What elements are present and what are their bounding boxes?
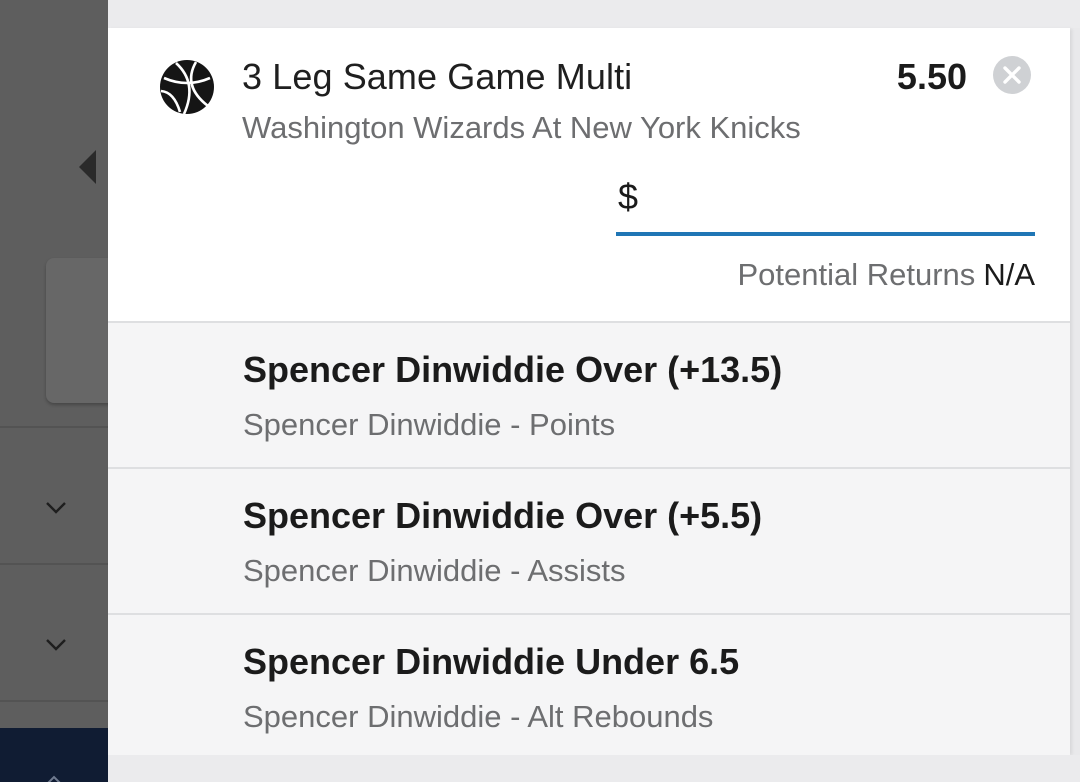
leg-market: Spencer Dinwiddie - Assists bbox=[243, 553, 626, 588]
divider bbox=[0, 563, 108, 565]
event-name: Washington Wizards At New York Knicks bbox=[242, 110, 801, 145]
divider bbox=[0, 700, 108, 702]
leg-market: Spencer Dinwiddie - Points bbox=[243, 407, 616, 442]
stake-input[interactable] bbox=[656, 180, 1030, 226]
leg-selection: Spencer Dinwiddie Over (+13.5) bbox=[243, 349, 783, 390]
background-overlay[interactable] bbox=[0, 0, 108, 782]
bet-leg: Spencer Dinwiddie Under 6.5 Spencer Dinw… bbox=[108, 613, 1070, 759]
bet-title: 3 Leg Same Game Multi bbox=[242, 56, 633, 97]
bet-legs: Spencer Dinwiddie Over (+13.5) Spencer D… bbox=[108, 321, 1070, 759]
basketball-icon bbox=[158, 58, 216, 116]
background-card bbox=[46, 258, 108, 403]
close-icon bbox=[1003, 66, 1021, 84]
leg-selection: Spencer Dinwiddie Over (+5.5) bbox=[243, 495, 763, 536]
bet-leg: Spencer Dinwiddie Over (+13.5) Spencer D… bbox=[108, 321, 1070, 467]
chevron-up-icon bbox=[44, 770, 64, 782]
potential-returns-label: Potential Returns bbox=[737, 257, 976, 292]
currency-symbol: $ bbox=[618, 176, 639, 217]
betslip-top-spacer bbox=[108, 0, 1080, 28]
bet-card: 3 Leg Same Game Multi 5.50 Washington Wi… bbox=[108, 28, 1070, 759]
bet-odds: 5.50 bbox=[896, 56, 967, 97]
leg-selection: Spencer Dinwiddie Under 6.5 bbox=[243, 641, 740, 682]
leg-market: Spencer Dinwiddie - Alt Rebounds bbox=[243, 699, 714, 734]
divider bbox=[0, 426, 108, 428]
remove-bet-button[interactable] bbox=[993, 56, 1031, 94]
chevron-left-icon bbox=[79, 150, 96, 184]
chevron-down-icon bbox=[44, 633, 68, 657]
chevron-down-icon bbox=[44, 496, 68, 520]
bet-header: 3 Leg Same Game Multi 5.50 Washington Wi… bbox=[108, 28, 1070, 321]
betslip-bottom-spacer bbox=[108, 755, 1080, 782]
bet-leg: Spencer Dinwiddie Over (+5.5) Spencer Di… bbox=[108, 467, 1070, 613]
potential-returns: Potential Returns N/A bbox=[738, 257, 1036, 293]
stake-field[interactable]: $ bbox=[616, 176, 1035, 236]
potential-returns-value: N/A bbox=[983, 257, 1035, 292]
